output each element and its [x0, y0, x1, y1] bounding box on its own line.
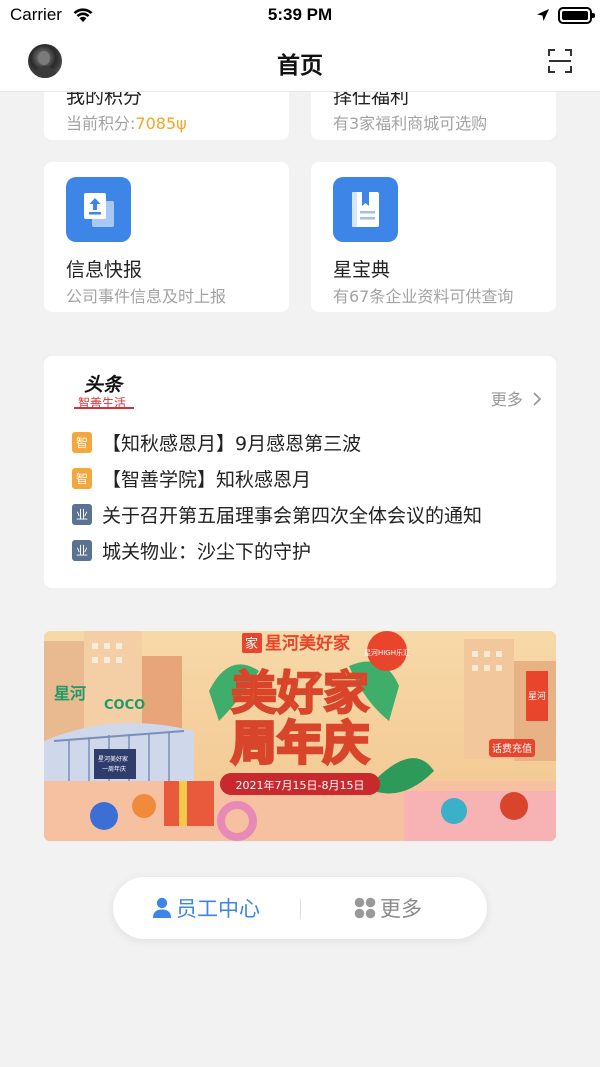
tab-staff-center-label: 员工中心: [176, 897, 260, 921]
location-arrow-icon: [537, 9, 549, 21]
tab-more[interactable]: 更多: [354, 877, 422, 939]
banner-recharge: 话费充值: [492, 742, 532, 755]
banner-sign-left: 星河: [54, 684, 86, 703]
banner-sign-tower: 星河: [528, 690, 546, 702]
promo-banner-illustration: 星河 COCO 星河美好家 一周年庆 家 星河美好家 星河HIGH乐汇 美好家 …: [44, 631, 556, 841]
logo-underline: [74, 407, 134, 409]
news-report-card[interactable]: 信息快报 公司事件信息及时上报: [44, 162, 289, 312]
bottom-tab-bar: 员工中心 更多: [113, 877, 487, 939]
news-item-title: 城关物业：沙尘下的守护: [102, 540, 312, 563]
headlines-card: 头条 智善生活 更多 智 【知秋感恩月】9月感恩第三波 智 【智善学院】知秋感恩…: [44, 356, 556, 588]
headlines-more-link[interactable]: 更多: [491, 386, 542, 410]
news-item-title: 【智善学院】知秋感恩月: [102, 468, 312, 491]
star-book-subtitle: 有67条企业资料可供查询: [333, 287, 514, 306]
scan-icon[interactable]: [548, 49, 572, 73]
tab-divider: [300, 899, 301, 919]
points-card-subtitle: 当前积分:7085ψ: [66, 110, 187, 134]
news-item[interactable]: 业 关于召开第五届理事会第四次全体会议的通知: [72, 502, 483, 527]
news-tag-badge: 智: [72, 467, 92, 489]
news-item[interactable]: 智 【智善学院】知秋感恩月: [72, 466, 312, 491]
star-book-title: 星宝典: [333, 259, 391, 281]
headlines-logo-title: 头条: [84, 374, 123, 396]
banner-title-line2: 周年庆: [231, 716, 369, 770]
points-value: 7085ψ: [135, 114, 187, 133]
news-report-subtitle: 公司事件信息及时上报: [66, 287, 227, 306]
more-label: 更多: [490, 390, 523, 409]
clock: 5:39 PM: [267, 5, 333, 24]
top-nav-bar: 首页: [0, 32, 600, 92]
welfare-card-subtitle: 有3家福利商城可选购: [333, 114, 488, 133]
headlines-logo: 头条 智善生活: [72, 370, 136, 410]
banner-sign-right: COCO: [104, 698, 145, 713]
tab-more-label: 更多: [380, 897, 422, 921]
chevron-right-icon: [533, 392, 542, 406]
banner-poster-line1: 星河美好家: [98, 755, 128, 763]
banner-bubble: 星河HIGH乐汇: [364, 648, 410, 657]
person-icon: [153, 897, 171, 918]
news-tag-badge: 业: [72, 503, 92, 525]
news-tag-badge: 业: [72, 539, 92, 561]
promo-banner[interactable]: 星河 COCO 星河美好家 一周年庆 家 星河美好家 星河HIGH乐汇 美好家 …: [44, 631, 556, 841]
book-icon: [333, 177, 398, 242]
points-label: 当前积分:: [66, 114, 136, 133]
grid-icon: [354, 897, 376, 919]
page-title: 首页: [277, 53, 323, 79]
news-tag-badge: 智: [72, 431, 92, 453]
banner-title-line1: 美好家: [231, 666, 369, 720]
battery-icon: [558, 7, 595, 24]
banner-brand: 星河美好家: [265, 633, 350, 654]
status-bar: Carrier 5:39 PM: [0, 0, 600, 32]
news-item-title: 【知秋感恩月】9月感恩第三波: [102, 432, 362, 455]
news-item[interactable]: 业 城关物业：沙尘下的守护: [72, 538, 312, 563]
news-report-title: 信息快报: [66, 259, 143, 281]
news-item[interactable]: 智 【知秋感恩月】9月感恩第三波: [72, 430, 362, 455]
star-book-card[interactable]: 星宝典 有67条企业资料可供查询: [311, 162, 556, 312]
news-item-title: 关于召开第五届理事会第四次全体会议的通知: [102, 504, 483, 527]
tab-staff-center[interactable]: 员工中心: [152, 877, 260, 939]
upload-doc-icon: [66, 177, 131, 242]
banner-brand-tag: 家: [245, 636, 258, 652]
banner-poster-line2: 一周年庆: [102, 765, 126, 773]
banner-dates: 2021年7月15日-8月15日: [236, 778, 365, 792]
